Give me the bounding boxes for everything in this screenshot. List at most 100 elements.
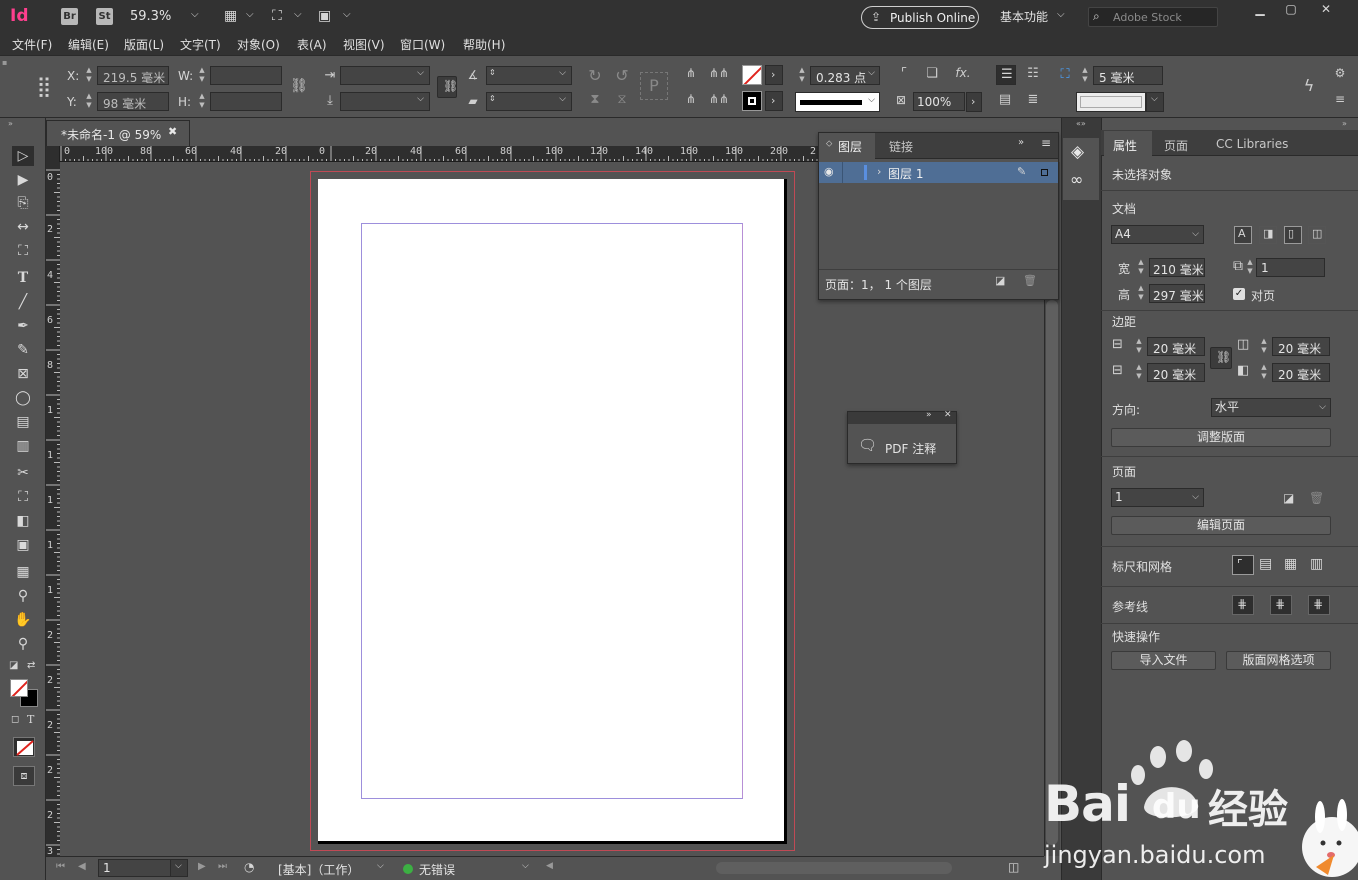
pdf-comments-panel[interactable]: » ✕ 🗨 PDF 注释	[847, 410, 957, 464]
show-guides-icon[interactable]: ⋕	[1232, 595, 1254, 615]
margin-outside-field[interactable]: 20 毫米	[1272, 363, 1330, 382]
opacity-field[interactable]: 100%	[913, 92, 965, 111]
swap-colors-icon[interactable]: ⇄	[27, 660, 35, 671]
menu-window[interactable]: 窗口(W)	[400, 36, 445, 53]
hand-tool-icon[interactable]: ✋	[12, 610, 34, 630]
new-layer-icon[interactable]: ◪	[995, 274, 1005, 287]
layout-grid-options-button[interactable]: 版面网格选项	[1226, 651, 1331, 670]
layout-grid-icon[interactable]: ▥	[1310, 556, 1323, 572]
rotation-field[interactable]: ⇕ ⌵	[486, 66, 572, 85]
trash-icon[interactable]: 🗑	[1309, 491, 1324, 505]
object-style-select[interactable]	[1076, 92, 1146, 112]
h-field[interactable]	[210, 92, 282, 111]
page-select[interactable]: 1 ⌵	[1111, 488, 1204, 507]
collapse-arrows-icon[interactable]: »	[1018, 137, 1024, 148]
page-size-select[interactable]: A4 ⌵	[1111, 225, 1204, 244]
view-options-icon[interactable]: ⛶	[272, 8, 282, 24]
close-icon[interactable]: ✕	[944, 410, 952, 420]
facing-pages-checkbox[interactable]: ✓	[1233, 288, 1245, 300]
opacity-menu-button[interactable]: ›	[966, 92, 982, 112]
chevron-down-icon[interactable]: ⌵	[191, 9, 199, 20]
formatting-container-icon[interactable]: ◻	[11, 714, 19, 725]
collapse-arrows-icon[interactable]: »	[1342, 119, 1347, 128]
previous-page-icon[interactable]: ◀	[78, 861, 86, 872]
x-stepper[interactable]: ▲ ▼	[84, 66, 94, 85]
x-field[interactable]: 219.5 毫米	[97, 66, 169, 85]
orientation-select[interactable]: 水平 ⌵	[1211, 398, 1331, 417]
master-status[interactable]: [基本]（工作）	[278, 861, 359, 878]
select-content-icon[interactable]: ⋔⋔	[708, 66, 730, 80]
direct-selection-tool-icon[interactable]: ▶	[12, 170, 34, 190]
layers-icon[interactable]: ◈	[1071, 142, 1084, 162]
baseline-grid-icon[interactable]: ▤	[1259, 556, 1272, 572]
links-icon[interactable]: ∞	[1070, 170, 1083, 189]
menu-view[interactable]: 视图(V)	[343, 36, 385, 53]
margin-inside-stepper[interactable]: ▲ ▼	[1259, 337, 1269, 356]
chevron-down-icon[interactable]: ⌵	[246, 9, 254, 20]
height-stepper[interactable]: ▲ ▼	[1136, 284, 1146, 303]
margin-top-field[interactable]: 20 毫米	[1147, 337, 1205, 356]
selection-tool-icon[interactable]: ▷	[12, 146, 34, 166]
text-wrap-none-icon[interactable]: ☰	[996, 65, 1016, 85]
publish-online-button[interactable]: ⇪ Publish Online	[861, 6, 979, 29]
shear-field[interactable]: ⇕ ⌵	[486, 92, 572, 111]
screen-mode-icon[interactable]: ▦	[224, 8, 237, 24]
first-page-icon[interactable]: ⏮	[56, 861, 65, 872]
y-field[interactable]: 98 毫米	[97, 92, 169, 111]
chevron-down-icon[interactable]: ⌵	[377, 861, 384, 871]
eye-icon[interactable]: ◉	[824, 165, 834, 178]
collapse-arrows-icon[interactable]: »	[8, 119, 13, 128]
zoom-level[interactable]: 59.3%	[130, 9, 171, 24]
collapse-arrows-icon[interactable]: «»	[1076, 119, 1086, 128]
menu-file[interactable]: 文件(F)	[12, 36, 52, 53]
landscape-orientation-icon[interactable]: ◨	[1259, 226, 1277, 244]
menu-type[interactable]: 文字(T)	[180, 36, 221, 53]
layer-row[interactable]: ◉ › 图层 1 ✎	[819, 162, 1058, 183]
binding-right-icon[interactable]: ◫	[1308, 226, 1326, 244]
quick-apply-icon[interactable]: ϟ	[1300, 76, 1318, 95]
offset-stepper[interactable]: ▲ ▼	[1080, 66, 1090, 85]
height-field[interactable]: 297 毫米	[1149, 284, 1205, 303]
open-page-icon[interactable]: ◔	[244, 860, 254, 874]
pages-count-stepper[interactable]: ▲ ▼	[1245, 258, 1255, 277]
margin-top-stepper[interactable]: ▲ ▼	[1134, 337, 1144, 356]
horizontal-ruler[interactable]: 0 100 80 60 40 20 0 20 40 60 80 100 120 …	[60, 146, 818, 162]
fill-swatch[interactable]	[742, 65, 762, 85]
import-file-button[interactable]: 导入文件	[1111, 651, 1216, 670]
chevron-right-icon[interactable]: ›	[877, 165, 881, 178]
lock-guides-icon[interactable]: ⋕	[1270, 595, 1292, 615]
apply-none-button[interactable]	[13, 737, 35, 757]
fill-menu-button[interactable]: ›	[765, 65, 783, 85]
width-field[interactable]: 210 毫米	[1149, 258, 1205, 277]
tab-layers[interactable]: ⬦ 图层	[819, 133, 875, 159]
bridge-button[interactable]: Br	[61, 8, 78, 25]
document-grid-icon[interactable]: ▦	[1284, 556, 1297, 572]
rotate-cw-icon[interactable]: ↻	[585, 66, 605, 85]
corner-options-icon[interactable]: ⌜	[895, 66, 913, 81]
link-margins-icon[interactable]: ⛓	[1210, 347, 1232, 369]
default-colors-icon[interactable]: ◪	[9, 660, 18, 671]
layer-name[interactable]: 图层 1	[888, 165, 923, 182]
rulers-icon[interactable]: ⌜	[1232, 555, 1254, 575]
tab-properties[interactable]: 属性	[1104, 131, 1152, 156]
drop-shadow-icon[interactable]: ❏	[923, 66, 941, 81]
menu-layout[interactable]: 版面(L)	[124, 36, 164, 53]
effects-fx-icon[interactable]: fx.	[953, 66, 973, 80]
text-wrap-shape-icon[interactable]: ▤	[996, 92, 1014, 107]
chevron-down-icon[interactable]: ⌵	[522, 861, 529, 871]
collapse-arrows-icon[interactable]: »	[926, 410, 932, 420]
w-stepper[interactable]: ▲ ▼	[197, 66, 207, 85]
chevron-down-icon[interactable]: ⌵	[294, 9, 302, 20]
next-page-icon[interactable]: ▶	[198, 861, 206, 872]
panel-menu-icon[interactable]: ≡	[1332, 92, 1348, 106]
flip-vertical-icon[interactable]: ⧖	[612, 92, 632, 107]
binding-left-icon[interactable]: ▯	[1284, 226, 1302, 244]
workspace-switcher[interactable]: 基本功能	[1000, 8, 1048, 25]
stroke-type-select[interactable]: ⌵	[795, 92, 880, 112]
horizontal-grid-tool-icon[interactable]: ▤	[12, 412, 34, 432]
y-stepper[interactable]: ▲ ▼	[84, 92, 94, 111]
screen-mode-button[interactable]: ⧈	[13, 766, 35, 786]
maximize-button[interactable]: ▢	[1276, 2, 1306, 18]
text-wrap-bbox-icon[interactable]: ☷	[1024, 66, 1042, 81]
page-tool-icon[interactable]: ⎘	[12, 193, 34, 213]
